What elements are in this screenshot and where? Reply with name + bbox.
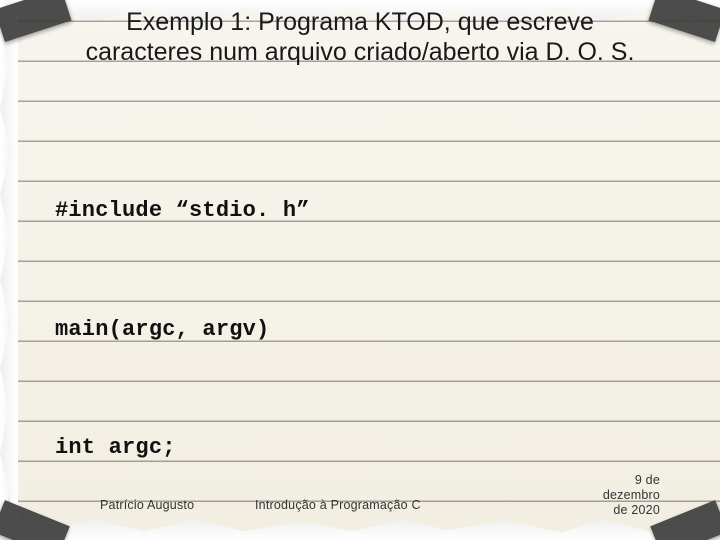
footer-date-line2: dezembro: [603, 488, 660, 502]
footer-date-line1: 9 de: [635, 473, 660, 487]
slide-title: Exemplo 1: Programa KTOD, que escreve ca…: [40, 8, 680, 67]
code-line: int argc;: [55, 428, 690, 468]
slide: Exemplo 1: Programa KTOD, que escreve ca…: [0, 0, 720, 540]
footer-date-line3: de 2020: [613, 503, 660, 517]
code-line: main(argc, argv): [55, 310, 690, 350]
code-line: #include “stdio. h”: [55, 191, 690, 231]
footer-course: Introdução à Programação C: [255, 498, 421, 512]
title-line-1: Exemplo 1: Programa KTOD, que escreve: [126, 8, 594, 36]
code-block: #include “stdio. h” main(argc, argv) int…: [55, 112, 690, 540]
title-line-2: caracteres num arquivo criado/aberto via…: [86, 38, 635, 66]
footer-author: Patrício Augusto: [100, 498, 194, 512]
footer-date: 9 de dezembro de 2020: [603, 473, 660, 518]
